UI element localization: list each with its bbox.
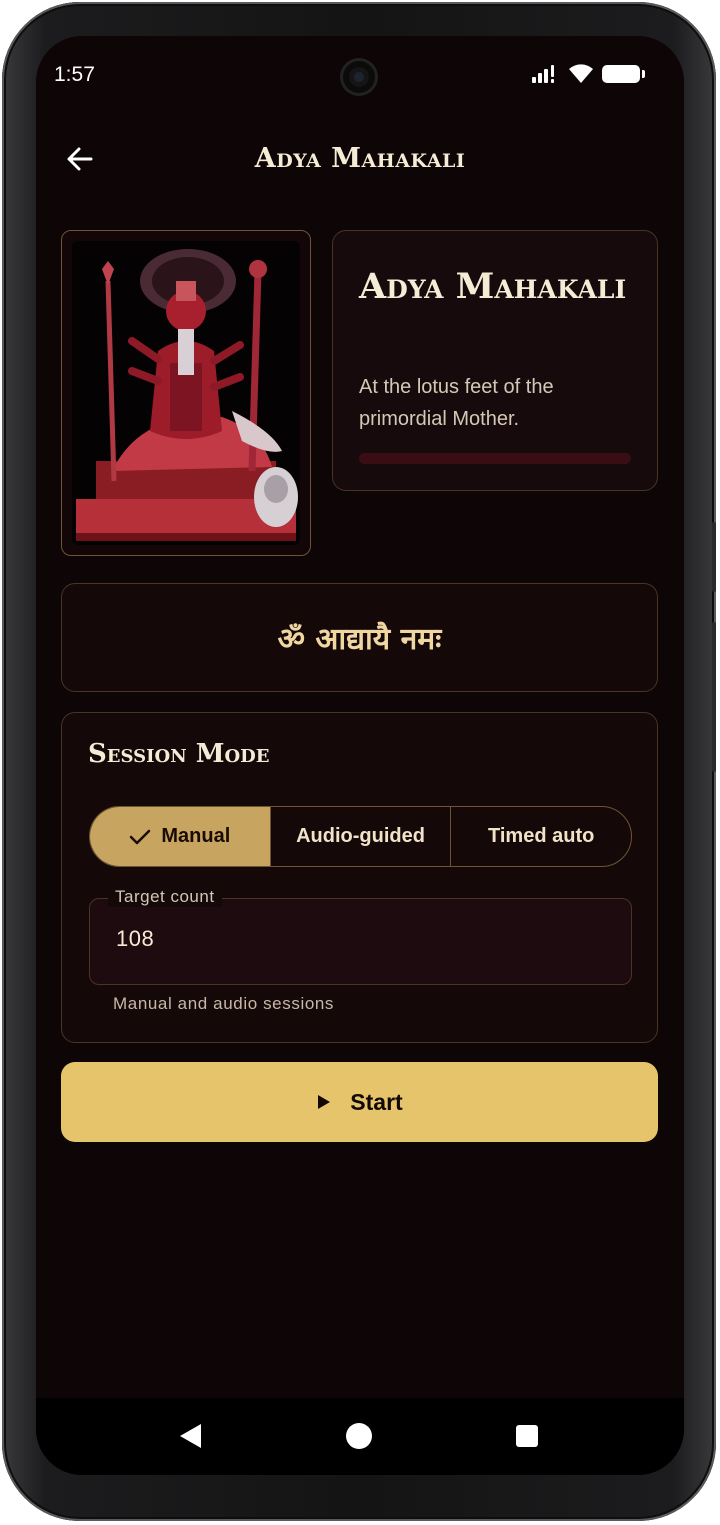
front-camera xyxy=(340,58,378,96)
start-button-label: Start xyxy=(350,1088,403,1115)
deity-subtitle: At the lotus feet of the primordial Moth… xyxy=(359,376,554,430)
mantra-card: ॐ आद्यायै नमः xyxy=(61,583,658,692)
triangle-back-icon[interactable] xyxy=(177,1422,203,1450)
target-count-input[interactable] xyxy=(114,925,598,953)
session-mode-selector: Manual Audio-guided Timed auto xyxy=(89,806,632,867)
play-icon xyxy=(318,1095,331,1109)
target-count-helper: Manual and audio sessions xyxy=(113,994,335,1013)
status-time: 1:57 xyxy=(54,63,95,86)
battery-icon xyxy=(602,65,645,83)
system-nav-bar xyxy=(36,1398,684,1475)
app-bar: Adya Mahakali xyxy=(36,131,684,191)
target-count-field: Target count xyxy=(89,887,632,985)
status-bar: 1:57 xyxy=(36,36,684,116)
deity-name: Adya Mahakali xyxy=(359,266,627,307)
square-recents-icon[interactable] xyxy=(515,1424,539,1448)
session-mode-card: Session Mode Manual Audio-guided Timed a… xyxy=(61,712,658,1043)
session-mode-title: Session Mode xyxy=(88,739,270,769)
deity-image xyxy=(72,241,300,545)
mode-audio-guided-button[interactable]: Audio-guided xyxy=(269,807,451,866)
circle-home-icon[interactable] xyxy=(345,1422,373,1450)
volume-button xyxy=(712,522,716,592)
screen: 1:57 Adya Mahakali Adya Mahakali At the … xyxy=(36,36,684,1475)
mode-manual-button[interactable]: Manual xyxy=(90,807,270,866)
wifi-icon xyxy=(569,64,593,83)
deity-info-card: Adya Mahakali At the lotus feet of the p… xyxy=(332,230,658,491)
target-count-label: Target count xyxy=(108,887,222,907)
signal-icon xyxy=(532,65,554,83)
mode-timed-auto-label: Timed auto xyxy=(488,825,595,847)
mantra-text: ॐ आद्यायै नमः xyxy=(277,622,442,657)
start-button[interactable]: Start xyxy=(61,1062,658,1142)
mode-timed-auto-button[interactable]: Timed auto xyxy=(450,807,631,866)
mode-manual-label: Manual xyxy=(161,825,231,847)
power-button xyxy=(712,622,716,772)
progress-bar xyxy=(359,453,631,464)
page-title: Adya Mahakali xyxy=(254,143,466,174)
deity-image-card xyxy=(61,230,311,556)
check-icon xyxy=(130,829,151,844)
status-icons xyxy=(532,64,645,84)
mode-audio-guided-label: Audio-guided xyxy=(296,825,425,847)
